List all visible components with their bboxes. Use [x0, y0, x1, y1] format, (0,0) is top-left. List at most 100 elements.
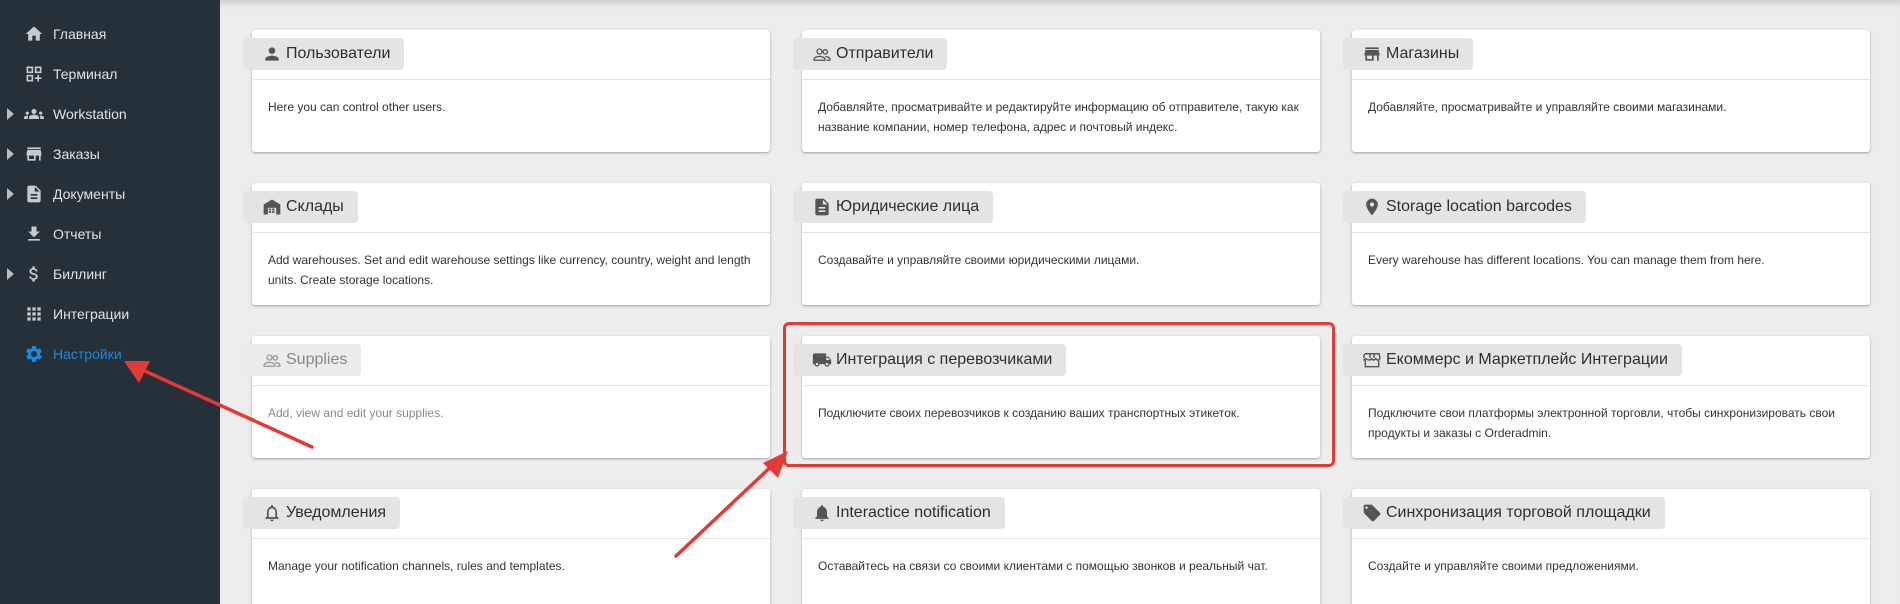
- people-outline-icon: [262, 350, 282, 370]
- card-warehouses[interactable]: Склады Add warehouses. Set and edit ware…: [243, 183, 770, 305]
- sidebar-item-label: Терминал: [53, 66, 118, 82]
- card-title: Storage location barcodes: [1386, 198, 1572, 215]
- card-header: Уведомления: [243, 489, 770, 539]
- location-pin-icon: [1362, 197, 1382, 217]
- card-description: Add, view and edit your supplies.: [268, 406, 444, 420]
- card-description: Добавляйте, просматривайте и управляйте …: [1368, 100, 1727, 114]
- card-title: Уведомления: [286, 504, 387, 521]
- home-icon: [24, 24, 44, 44]
- card-description: Создавайте и управляйте своими юридическ…: [818, 253, 1140, 267]
- card-description: Подключите своих перевозчиков к созданию…: [818, 406, 1240, 420]
- card-header: Екоммерс и Маркетплейс Интеграции: [1343, 336, 1870, 386]
- store-icon: [24, 144, 44, 164]
- document-icon: [812, 197, 832, 217]
- sidebar-item-orders[interactable]: Заказы: [0, 134, 220, 174]
- card-stores[interactable]: Магазины Добавляйте, просматривайте и уп…: [1343, 30, 1870, 152]
- card-title-chip: Отправители: [793, 38, 948, 70]
- card-title-chip: Interactice notification: [793, 497, 1005, 529]
- card-header: Interactice notification: [793, 489, 1320, 539]
- card-supplies[interactable]: Supplies Add, view and edit your supplie…: [243, 336, 770, 458]
- card-header: Синхронизация торговой площадки: [1343, 489, 1870, 539]
- storefront-outline-icon: [1362, 350, 1382, 370]
- card-ecommerce-integrations[interactable]: Екоммерс и Маркетплейс Интеграции Подклю…: [1343, 336, 1870, 458]
- dollar-icon: [24, 264, 44, 284]
- card-interactive-notification[interactable]: Interactice notification Оставайтесь на …: [793, 489, 1320, 604]
- expand-caret-icon[interactable]: [7, 188, 14, 200]
- bell-outline-icon: [262, 503, 282, 523]
- card-title: Екоммерс и Маркетплейс Интеграции: [1386, 351, 1668, 368]
- card-title-chip: Склады: [243, 191, 358, 223]
- sidebar-item-label: Workstation: [53, 106, 127, 122]
- card-title-chip: Supplies: [243, 344, 362, 376]
- expand-caret-icon[interactable]: [7, 108, 14, 120]
- card-title-chip: Магазины: [1343, 38, 1474, 70]
- card-storage-location-barcodes[interactable]: Storage location barcodes Every warehous…: [1343, 183, 1870, 305]
- apps-grid-icon: [24, 304, 44, 324]
- card-header: Storage location barcodes: [1343, 183, 1870, 233]
- tag-icon: [1362, 503, 1382, 523]
- card-title: Магазины: [1386, 45, 1460, 62]
- card-title-chip: Пользователи: [243, 38, 405, 70]
- card-header: Склады: [243, 183, 770, 233]
- card-description: Add warehouses. Set and edit warehouse s…: [268, 253, 751, 287]
- card-title: Синхронизация торговой площадки: [1386, 504, 1651, 521]
- card-notifications[interactable]: Уведомления Manage your notification cha…: [243, 489, 770, 604]
- card-description: Подключите свои платформы электронной то…: [1368, 406, 1835, 440]
- sidebar-item-label: Биллинг: [53, 266, 108, 282]
- card-title-chip: Синхронизация торговой площадки: [1343, 497, 1665, 529]
- card-title: Юридические лица: [836, 198, 980, 215]
- card-description: Добавляйте, просматривайте и редактируйт…: [818, 100, 1299, 134]
- qr-code-icon: [24, 64, 44, 84]
- main-content: Пользователи Here you can control other …: [220, 0, 1900, 604]
- card-header: Магазины: [1343, 30, 1870, 80]
- card-description: Here you can control other users.: [268, 100, 446, 114]
- download-icon: [24, 224, 44, 244]
- sidebar-item-settings[interactable]: Настройки: [0, 334, 220, 374]
- card-title-chip: Юридические лица: [793, 191, 994, 223]
- sidebar-item-home[interactable]: Главная: [0, 14, 220, 54]
- card-title-chip: Storage location barcodes: [1343, 191, 1586, 223]
- truck-icon: [812, 350, 832, 370]
- card-title-chip: Интеграция с перевозчиками: [793, 344, 1067, 376]
- card-header: Юридические лица: [793, 183, 1320, 233]
- card-title: Отправители: [836, 45, 934, 62]
- expand-caret-icon[interactable]: [7, 148, 14, 160]
- store-icon: [1362, 44, 1382, 64]
- card-title: Склады: [286, 198, 344, 215]
- card-header: Supplies: [243, 336, 770, 386]
- sidebar-item-billing[interactable]: Биллинг: [0, 254, 220, 294]
- sidebar-item-documents[interactable]: Документы: [0, 174, 220, 214]
- card-senders[interactable]: Отправители Добавляйте, просматривайте и…: [793, 30, 1320, 152]
- card-title: Пользователи: [286, 45, 391, 62]
- card-header: Интеграция с перевозчиками: [793, 336, 1320, 386]
- sidebar: Главная Терминал Workstation Заказы Доку…: [0, 0, 220, 604]
- person-icon: [262, 44, 282, 64]
- sidebar-item-integrations[interactable]: Интеграции: [0, 294, 220, 334]
- card-users[interactable]: Пользователи Here you can control other …: [243, 30, 770, 152]
- card-carrier-integration[interactable]: Интеграция с перевозчиками Подключите св…: [793, 336, 1320, 458]
- document-icon: [24, 184, 44, 204]
- bell-icon: [812, 503, 832, 523]
- card-description: Manage your notification channels, rules…: [268, 559, 565, 573]
- people-icon: [24, 104, 44, 124]
- people-outline-icon: [812, 44, 832, 64]
- card-description: Every warehouse has different locations.…: [1368, 253, 1765, 267]
- card-title: Интеграция с перевозчиками: [836, 351, 1053, 368]
- card-description: Оставайтесь на связи со своими клиентами…: [818, 559, 1268, 573]
- card-title: Interactice notification: [836, 504, 991, 521]
- card-title-chip: Екоммерс и Маркетплейс Интеграции: [1343, 344, 1682, 376]
- sidebar-item-label: Заказы: [53, 146, 100, 162]
- card-header: Отправители: [793, 30, 1320, 80]
- sidebar-item-workstation[interactable]: Workstation: [0, 94, 220, 134]
- card-marketplace-sync[interactable]: Синхронизация торговой площадки Создайте…: [1343, 489, 1870, 604]
- sidebar-item-terminal[interactable]: Терминал: [0, 54, 220, 94]
- card-title: Supplies: [286, 351, 348, 368]
- sidebar-item-label: Главная: [53, 26, 107, 42]
- sidebar-item-reports[interactable]: Отчеты: [0, 214, 220, 254]
- sidebar-item-label: Документы: [53, 186, 126, 202]
- warehouse-icon: [262, 197, 282, 217]
- expand-caret-icon[interactable]: [7, 268, 14, 280]
- sidebar-item-label: Интеграции: [53, 306, 130, 322]
- sidebar-item-label: Настройки: [53, 346, 122, 362]
- card-legal-entities[interactable]: Юридические лица Создавайте и управляйте…: [793, 183, 1320, 305]
